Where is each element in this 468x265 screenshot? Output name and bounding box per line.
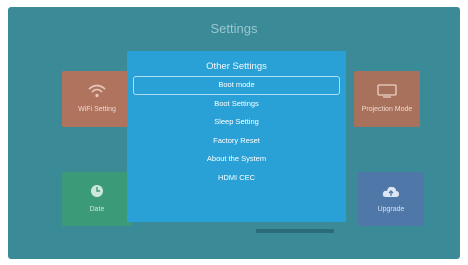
menu-item-about-system[interactable]: About the System [133,150,340,169]
tile-label: Date [89,206,105,213]
tile-date[interactable]: Date [62,172,132,226]
tile-label: Upgrade [377,206,405,213]
wifi-icon [88,84,106,103]
menu-item-boot-settings[interactable]: Boot Settings [133,95,340,114]
focus-bar [256,229,334,233]
projector-icon [377,84,397,103]
tile-projection-mode[interactable]: Projection Mode [354,71,420,127]
tile-wifi-setting[interactable]: WiFi Setting [62,71,132,127]
tile-upgrade[interactable]: Upgrade [358,172,424,226]
other-settings-dialog: Other Settings Boot mode Boot Settings S… [127,51,346,222]
menu-item-factory-reset[interactable]: Factory Reset [133,132,340,151]
settings-menu: Boot mode Boot Settings Sleep Setting Fa… [133,76,340,187]
cloud-upload-icon [382,184,400,203]
dialog-title: Other Settings [206,61,267,72]
menu-item-sleep-setting[interactable]: Sleep Setting [133,113,340,132]
menu-item-hdmi-cec[interactable]: HDMI CEC [133,169,340,188]
tile-label: WiFi Setting [78,106,116,113]
page-title: Settings [210,21,258,36]
menu-item-boot-mode[interactable]: Boot mode [133,76,340,95]
tile-label: Projection Mode [361,106,413,113]
clock-icon [90,184,104,203]
